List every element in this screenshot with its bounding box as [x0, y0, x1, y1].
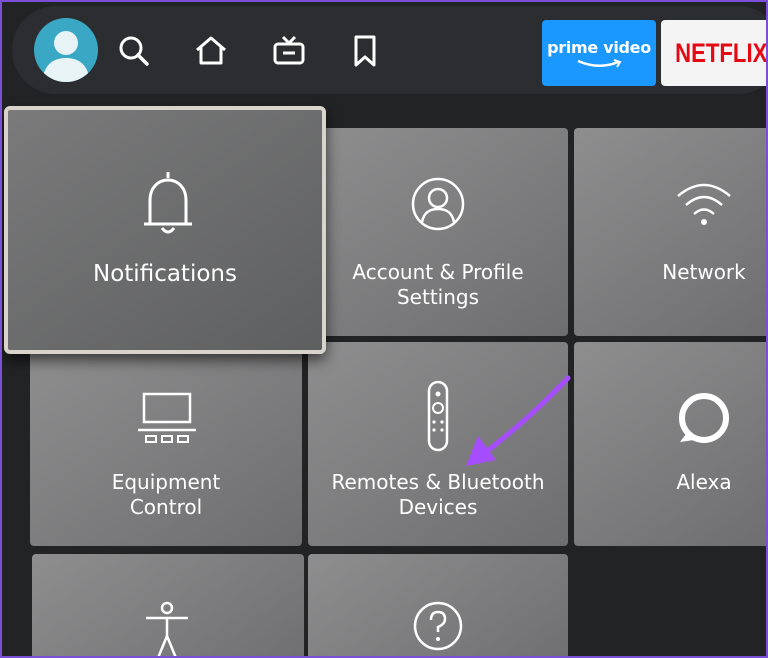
tile-label-account-profile: Account & Profile Settings — [352, 260, 524, 309]
tile-label-network: Network — [662, 260, 746, 284]
prime-video-label: prime video — [547, 37, 651, 57]
accessibility-tile[interactable] — [32, 554, 304, 656]
amazon-smile-icon — [577, 58, 622, 68]
prime-video-app-tile[interactable]: prime video — [542, 20, 656, 86]
wifi-icon — [674, 178, 734, 228]
accessibility-icon — [144, 600, 190, 656]
notifications-tile[interactable]: Notifications — [4, 106, 326, 354]
profile-avatar[interactable] — [34, 18, 98, 82]
annotation-arrow-icon — [466, 375, 571, 466]
live-tv-icon[interactable] — [271, 33, 307, 69]
tile-label-alexa: Alexa — [676, 470, 732, 494]
search-icon[interactable] — [116, 33, 152, 69]
remote-icon — [426, 380, 450, 452]
bell-icon — [136, 168, 200, 238]
equipment-control-tile[interactable]: Equipment Control — [30, 348, 302, 546]
alexa-tile[interactable]: Alexa — [574, 342, 766, 546]
top-navigation-bar: prime video NETFLIX — [12, 6, 766, 94]
help-icon — [412, 600, 464, 652]
fire-tv-screen: prime video NETFLIX Notifications Accoun… — [2, 2, 766, 656]
alexa-icon — [676, 390, 732, 446]
network-tile[interactable]: Network — [574, 128, 766, 336]
tv-equipment-icon — [136, 392, 198, 446]
netflix-label: NETFLIX — [674, 37, 766, 68]
home-icon[interactable] — [193, 33, 229, 69]
tile-label-notifications: Notifications — [93, 261, 237, 287]
account-icon — [410, 176, 466, 232]
tile-label-remotes-bluetooth: Remotes & Bluetooth Devices — [331, 470, 545, 519]
netflix-app-tile[interactable]: NETFLIX — [661, 20, 766, 86]
bookmark-icon[interactable] — [347, 33, 383, 69]
help-tile[interactable] — [308, 554, 568, 656]
account-profile-settings-tile[interactable]: Account & Profile Settings — [308, 128, 568, 336]
tile-label-equipment-control: Equipment Control — [111, 470, 221, 519]
